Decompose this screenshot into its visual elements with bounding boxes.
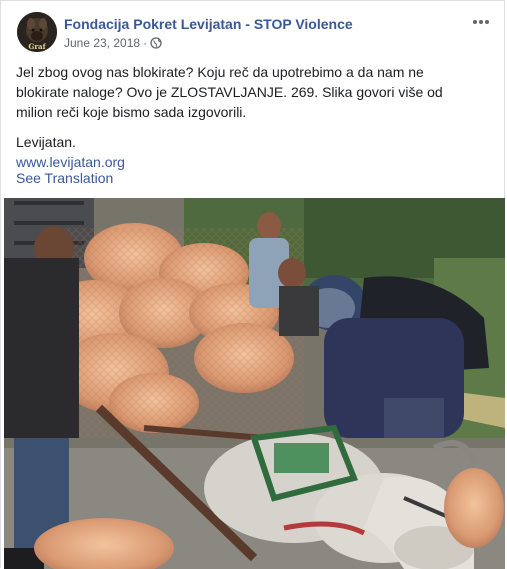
meta-separator: · (143, 36, 148, 50)
post-header: Graf Fondacija Pokret Levijatan - STOP V… (17, 12, 492, 54)
post-photo[interactable] (4, 198, 505, 569)
post-signature: Levijatan. (16, 134, 76, 150)
page-name-link[interactable]: Fondacija Pokret Levijatan - STOP Violen… (64, 16, 353, 32)
post-photo-illustration (4, 198, 505, 569)
more-options-icon[interactable] (470, 14, 492, 30)
avatar-text: Graf (28, 42, 46, 51)
website-link[interactable]: www.levijatan.org (16, 154, 125, 170)
post-body-line: milion reči koje bismo sada izgovorili. (16, 104, 247, 120)
post-meta: June 23, 2018 · (64, 36, 162, 52)
post-card: Graf Fondacija Pokret Levijatan - STOP V… (0, 0, 505, 569)
post-body-line: Jel zbog ovog nas blokirate? Koju reč da… (16, 64, 424, 80)
post-body-line: blokirate naloge? Ovo je ZLOSTAVLJANJE. … (16, 84, 443, 100)
post-date[interactable]: June 23, 2018 (64, 36, 140, 50)
globe-icon (150, 37, 162, 52)
see-translation-link[interactable]: See Translation (16, 170, 113, 186)
avatar[interactable]: Graf (17, 12, 57, 52)
post-body: Jel zbog ovog nas blokirate? Koju reč da… (16, 62, 486, 172)
avatar-image: Graf (17, 12, 57, 52)
